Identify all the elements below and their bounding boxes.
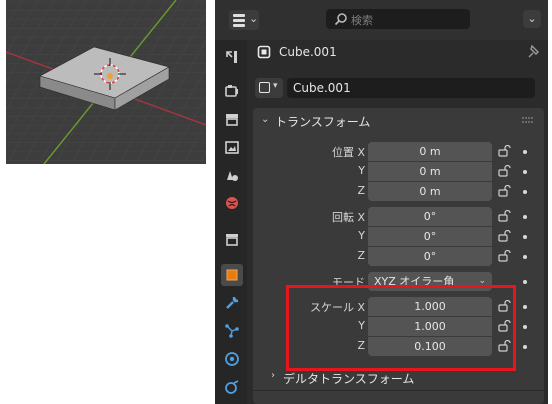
- physics-icon: [225, 352, 239, 366]
- particles-icon: [225, 324, 239, 338]
- tab-object[interactable]: [221, 264, 243, 286]
- editor-type-button[interactable]: ⌄: [229, 10, 259, 30]
- tab-constraints[interactable]: [221, 376, 243, 398]
- search-placeholder: 検索: [351, 14, 373, 27]
- object-context-row: Cube.001: [257, 43, 539, 63]
- location-y-field[interactable]: 0 m: [368, 162, 492, 181]
- rotation-y-field[interactable]: 0°: [368, 227, 492, 246]
- scene-icon: [227, 171, 238, 181]
- tab-modifiers[interactable]: [221, 292, 243, 314]
- object-context-icon: [257, 45, 271, 59]
- rotation-z-label: Z: [357, 249, 365, 262]
- keyframe-dot-icon[interactable]: [523, 345, 527, 349]
- object-name-input[interactable]: Cube.001: [287, 78, 535, 98]
- location-x-field[interactable]: 0 m: [368, 142, 492, 161]
- object-type-icon: [259, 82, 270, 93]
- keyframe-dot-icon[interactable]: [523, 215, 527, 219]
- tab-output[interactable]: [221, 108, 243, 130]
- object-type-dropdown[interactable]: ▾: [255, 78, 283, 98]
- lock-icon[interactable]: [498, 185, 512, 197]
- keyframe-dot-icon[interactable]: [523, 150, 527, 154]
- lock-icon[interactable]: [498, 250, 512, 262]
- keyframe-dot-icon[interactable]: [523, 235, 527, 239]
- object-name-row: ▾ Cube.001: [255, 78, 535, 100]
- scale-highlight-box: [286, 285, 516, 371]
- tab-physics[interactable]: [221, 348, 243, 370]
- tool-icon: [226, 51, 237, 63]
- location-z-field[interactable]: 0 m: [368, 182, 492, 201]
- location-y-label: Y: [358, 164, 365, 177]
- tab-view-layer[interactable]: [221, 136, 243, 158]
- lock-icon[interactable]: [498, 165, 512, 177]
- chevron-down-icon[interactable]: ⌄: [261, 114, 269, 125]
- rotation-y-label: Y: [358, 229, 365, 242]
- keyframe-dot-icon[interactable]: [523, 325, 527, 329]
- properties-header: ⌄ 検索 ⌄: [215, 0, 548, 40]
- keyframe-dot-icon[interactable]: [523, 305, 527, 309]
- chevron-down-icon: ▾: [273, 81, 278, 91]
- wrench-icon: [226, 296, 239, 309]
- search-field[interactable]: 検索: [326, 9, 470, 29]
- lock-icon[interactable]: [498, 210, 512, 222]
- panel-divider: [253, 390, 544, 391]
- properties-editor-icon: [233, 14, 245, 27]
- rotation-x-field[interactable]: 0°: [368, 207, 492, 226]
- tab-render[interactable]: [221, 80, 243, 102]
- object-context-name: Cube.001: [279, 45, 337, 59]
- object-icon: [226, 269, 238, 281]
- keyframe-dot-icon[interactable]: [523, 190, 527, 194]
- tab-world[interactable]: [221, 192, 243, 214]
- keyframe-dot-icon[interactable]: [523, 255, 527, 259]
- keyframe-dot-icon[interactable]: [523, 170, 527, 174]
- location-x-label: 位置 X: [331, 146, 365, 159]
- chevron-right-icon[interactable]: ›: [271, 370, 275, 381]
- location-z-label: Z: [357, 184, 365, 197]
- drag-grip-icon[interactable]: [521, 116, 535, 124]
- viewport-3d[interactable]: [6, 0, 206, 164]
- delta-transform-title[interactable]: デルタトランスフォーム: [283, 370, 414, 387]
- output-icon: [226, 114, 238, 126]
- transform-panel-title[interactable]: トランスフォーム: [275, 113, 370, 130]
- pin-icon[interactable]: [527, 44, 541, 60]
- properties-tabs: [215, 40, 247, 404]
- render-icon: [225, 85, 238, 97]
- viewport-scene: [6, 0, 206, 164]
- header-options-dropdown[interactable]: ⌄: [523, 10, 541, 28]
- tab-collection[interactable]: [221, 228, 243, 250]
- tab-particles[interactable]: [221, 320, 243, 342]
- view-layer-icon: [225, 141, 239, 154]
- rotation-x-label: 回転 X: [331, 211, 365, 224]
- constraints-icon: [225, 380, 239, 394]
- tab-tool[interactable]: [221, 46, 243, 68]
- search-icon: [334, 13, 347, 26]
- chevron-down-icon: ⌄: [249, 12, 259, 25]
- lock-icon[interactable]: [498, 145, 512, 157]
- keyframe-dot-icon[interactable]: [523, 280, 527, 284]
- lock-icon[interactable]: [498, 230, 512, 242]
- rotation-z-field[interactable]: 0°: [368, 247, 492, 266]
- world-icon: [226, 197, 238, 209]
- collection-icon: [226, 234, 238, 246]
- tab-scene[interactable]: [221, 164, 243, 186]
